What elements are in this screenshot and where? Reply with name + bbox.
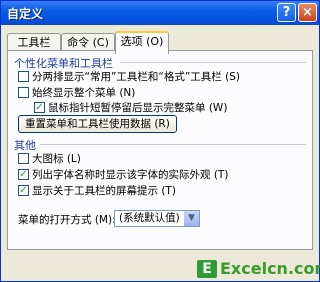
tab-commands[interactable]: 命令 (C): [61, 33, 115, 51]
customize-dialog: 自定义 ? × 工具栏 (B) 命令 (C) 选项 (O) 个性化菜单和工具栏 …: [0, 0, 320, 282]
checkbox-label: 列出字体名称时显示该字体的实际外观 (T): [32, 169, 229, 181]
checkbox-icon[interactable]: [18, 153, 29, 164]
checkbox-icon[interactable]: [18, 71, 29, 82]
checkbox-label: 大图标 (L): [32, 153, 81, 165]
divider: [40, 144, 306, 145]
checkbox-label: 分两排显示“常用”工具栏和“格式”工具栏 (S): [32, 71, 240, 83]
tab-toolbars[interactable]: 工具栏 (B): [7, 33, 61, 66]
checkbox-always-full-menu[interactable]: 始终显示整个菜单 (N): [18, 85, 135, 100]
check-icon[interactable]: ✓: [18, 185, 29, 196]
chevron-down-icon[interactable]: ▼: [184, 211, 199, 226]
checkbox-show-full-after-delay[interactable]: ✓ 鼠标指针短暂停留后显示完整菜单 (W): [34, 100, 227, 115]
close-button[interactable]: ×: [298, 3, 317, 22]
select-value: (系统默认值): [119, 212, 180, 224]
options-panel: 个性化菜单和工具栏 分两排显示“常用”工具栏和“格式”工具栏 (S) 始终显示整…: [7, 50, 313, 250]
checkbox-icon[interactable]: [18, 87, 29, 98]
checkbox-label: 显示关于工具栏的屏幕提示 (T): [32, 185, 176, 197]
help-button[interactable]: ?: [277, 3, 296, 22]
tab-options[interactable]: 选项 (O): [115, 31, 169, 54]
checkbox-label: 鼠标指针短暂停留后显示完整菜单 (W): [48, 102, 228, 114]
divider: [120, 62, 306, 63]
checkbox-large-icons[interactable]: 大图标 (L): [18, 151, 81, 166]
reset-usage-button[interactable]: 重置菜单和工具栏使用数据 (R): [18, 115, 177, 133]
excel-logo-icon: E: [197, 259, 217, 278]
check-icon[interactable]: ✓: [34, 102, 45, 113]
menu-animation-select[interactable]: (系统默认值) ▼: [114, 210, 200, 227]
watermark-text: Excelcn.com: [220, 259, 320, 278]
title-bar[interactable]: 自定义 ? ×: [1, 1, 319, 25]
check-icon[interactable]: ✓: [18, 169, 29, 180]
checkbox-font-preview[interactable]: ✓ 列出字体名称时显示该字体的实际外观 (T): [18, 167, 228, 182]
window-title: 自定义: [7, 7, 44, 21]
checkbox-two-rows[interactable]: 分两排显示“常用”工具栏和“格式”工具栏 (S): [18, 69, 240, 84]
checkbox-screen-tips[interactable]: ✓ 显示关于工具栏的屏幕提示 (T): [18, 183, 176, 198]
checkbox-label: 始终显示整个菜单 (N): [32, 87, 136, 99]
watermark-logo: E Excelcn.com: [197, 259, 320, 278]
menu-animation-label: 菜单的打开方式 (M):: [18, 214, 116, 226]
